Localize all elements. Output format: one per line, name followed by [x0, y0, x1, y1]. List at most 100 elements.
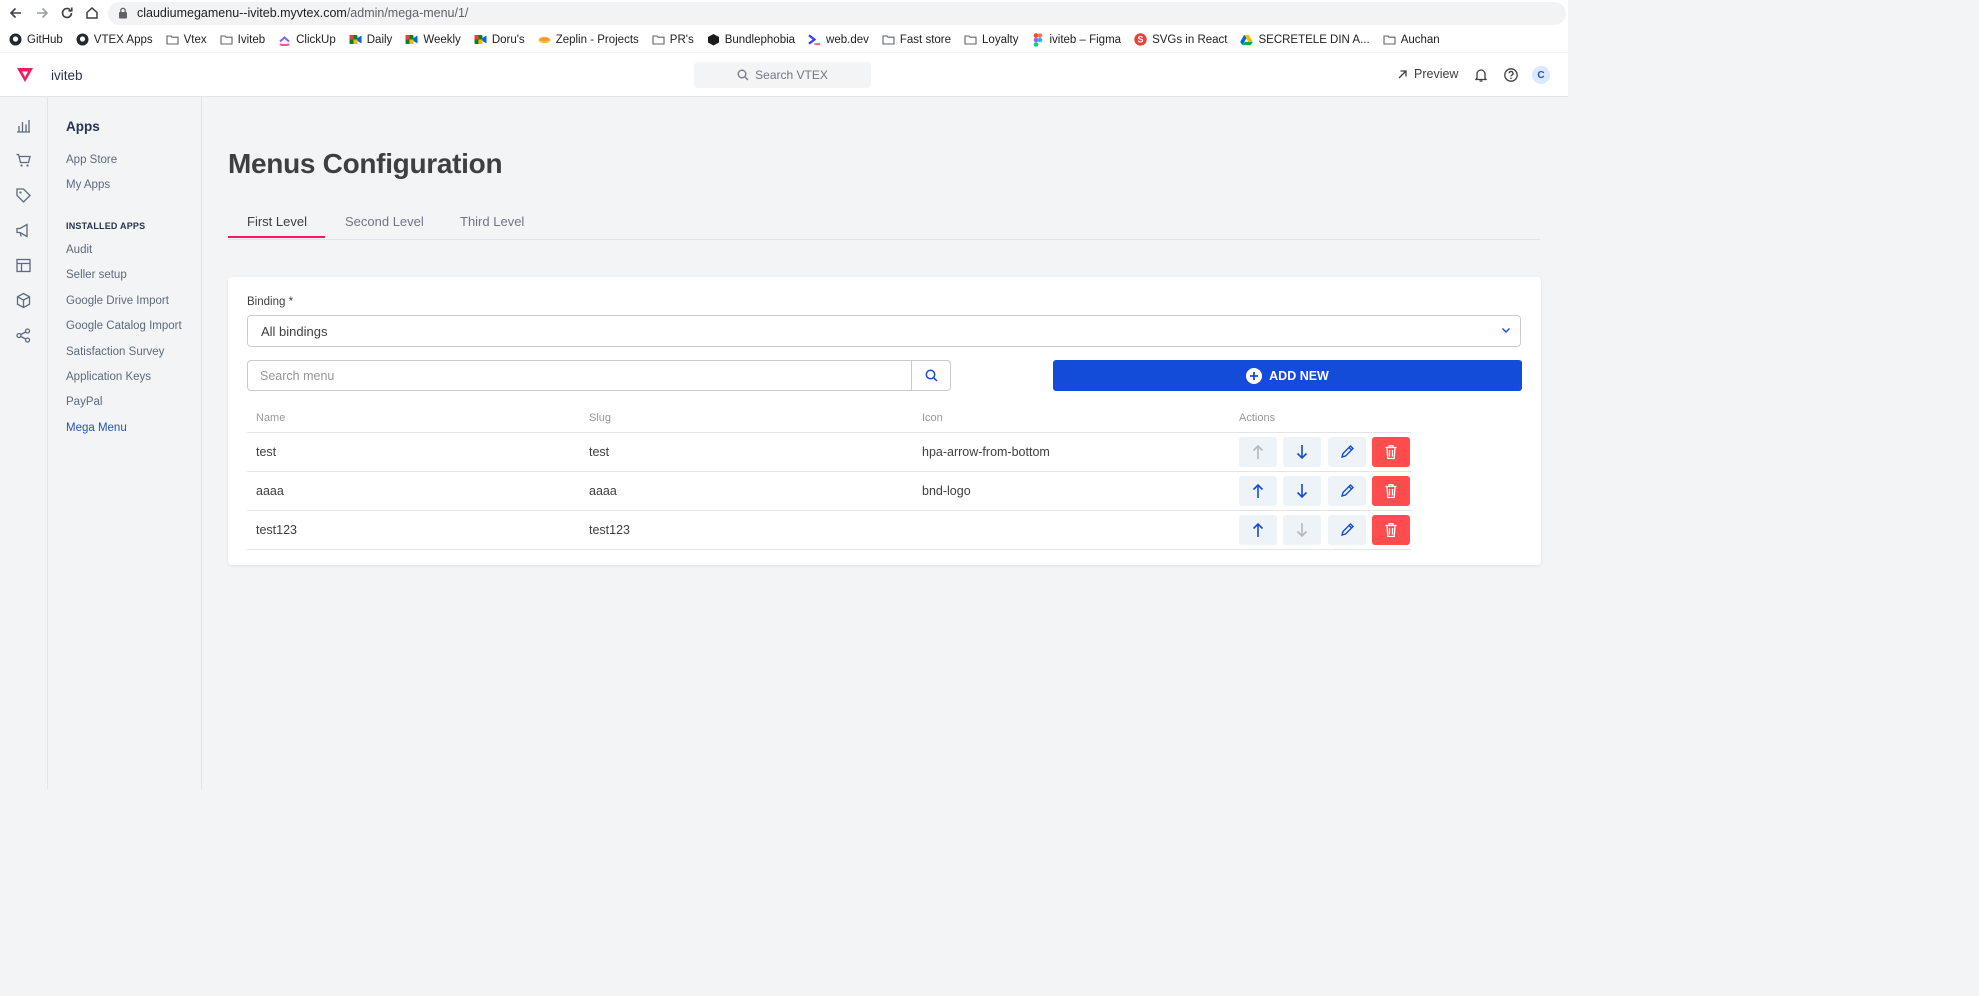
forward-icon[interactable] — [32, 3, 52, 23]
bookmark-item[interactable]: Loyalty — [964, 33, 1018, 46]
delete-button[interactable] — [1372, 437, 1410, 467]
search-menu-input[interactable] — [247, 360, 912, 391]
move-down-button[interactable] — [1283, 437, 1321, 467]
search-vtex-button[interactable]: Search VTEX — [694, 62, 871, 88]
avatar[interactable]: C — [1532, 66, 1550, 84]
bookmark-item[interactable]: Vtex — [166, 33, 207, 46]
sidenav-item-my-apps[interactable]: My Apps — [66, 179, 110, 191]
arrow-up-right-icon — [1398, 69, 1407, 78]
bookmark-label: Vtex — [183, 33, 207, 46]
bookmark-item[interactable]: Auchan — [1383, 33, 1440, 46]
bookmark-item[interactable]: Daily — [349, 33, 392, 46]
table-row: test test hpa-arrow-from-bottom — [247, 433, 1411, 472]
search-vtex-label: Search VTEX — [755, 68, 828, 82]
clickup-icon — [278, 33, 291, 46]
chart-icon[interactable] — [15, 117, 32, 134]
sidenav-item-mega-menu[interactable]: Mega Menu — [66, 422, 127, 434]
tag-icon[interactable] — [15, 187, 32, 204]
home-icon[interactable] — [82, 3, 102, 23]
sidenav-item-google-drive-import[interactable]: Google Drive Import — [66, 295, 169, 307]
search-menu-button[interactable] — [911, 360, 951, 391]
pencil-icon — [1339, 444, 1355, 460]
arrow-down-icon — [1296, 483, 1308, 499]
s-circle-icon: S — [1134, 33, 1147, 46]
trash-icon — [1384, 444, 1398, 460]
webdev-icon — [808, 33, 821, 46]
bookmark-label: ClickUp — [296, 33, 336, 46]
tab-second-level[interactable]: Second Level — [345, 214, 424, 229]
url-path: /admin/mega-menu/1/ — [346, 6, 469, 20]
bookmark-item[interactable]: Fast store — [882, 33, 951, 46]
bookmark-item[interactable]: Doru's — [474, 33, 525, 46]
help-icon[interactable] — [1503, 67, 1519, 83]
cell-slug: aaaa — [589, 484, 617, 498]
meet-icon — [405, 33, 418, 46]
bookmark-label: Bundlephobia — [724, 33, 796, 46]
edit-button[interactable] — [1328, 437, 1366, 467]
sidenav-item-google-catalog-import[interactable]: Google Catalog Import — [66, 320, 182, 332]
edit-button[interactable] — [1328, 476, 1366, 506]
box-icon[interactable] — [15, 292, 32, 309]
sidenav-item-paypal[interactable]: PayPal — [66, 396, 102, 408]
bookmark-item[interactable]: Zeplin - Projects — [538, 33, 639, 46]
reload-icon[interactable] — [57, 3, 77, 23]
move-up-button[interactable] — [1239, 476, 1277, 506]
svg-text:S: S — [1138, 35, 1144, 45]
box-icon — [707, 33, 720, 46]
binding-select[interactable]: All bindings — [247, 315, 1521, 347]
folder-icon — [1383, 33, 1396, 46]
preview-button[interactable]: Preview — [1397, 67, 1458, 81]
tab-third-level[interactable]: Third Level — [460, 214, 524, 229]
sidenav-title: Apps — [66, 119, 100, 134]
address-bar[interactable]: claudiumegamenu--iviteb.myvtex.com/admin… — [108, 2, 1566, 25]
cart-icon[interactable] — [15, 152, 32, 169]
add-new-label: ADD NEW — [1269, 368, 1329, 383]
sidenav-item-app-store[interactable]: App Store — [66, 154, 117, 166]
bell-icon[interactable] — [1473, 67, 1489, 83]
level-tabs: First Level Second Level Third Level — [228, 205, 1540, 240]
column-header-name: Name — [256, 412, 286, 424]
bookmark-label: PR's — [669, 33, 694, 46]
sidenav-item-seller-setup[interactable]: Seller setup — [66, 269, 127, 281]
bookmark-item[interactable]: Iviteb — [220, 33, 265, 46]
edit-button[interactable] — [1328, 515, 1366, 545]
chevron-down-icon — [1501, 327, 1511, 334]
bookmark-item[interactable]: PR's — [652, 33, 694, 46]
bookmark-item[interactable]: GitHub — [9, 33, 63, 46]
move-up-button[interactable] — [1239, 515, 1277, 545]
sidenav-item-application-keys[interactable]: Application Keys — [66, 371, 151, 383]
bookmark-item[interactable]: iviteb – Figma — [1031, 32, 1121, 47]
url-host: claudiumegamenu--iviteb.myvtex.com — [137, 6, 347, 20]
bookmark-item[interactable]: Weekly — [405, 33, 461, 46]
bookmark-label: Auchan — [1400, 33, 1440, 46]
cell-slug: test — [589, 445, 610, 459]
cell-name: aaaa — [256, 484, 284, 498]
vtex-logo-icon[interactable] — [16, 67, 34, 83]
cell-icon: bnd-logo — [922, 484, 971, 498]
bookmark-label: GitHub — [27, 33, 63, 46]
add-new-button[interactable]: ADD NEW — [1053, 360, 1522, 391]
bookmark-item[interactable]: web.dev — [808, 33, 869, 46]
bookmark-item[interactable]: VTEX Apps — [76, 33, 153, 46]
delete-button[interactable] — [1372, 476, 1410, 506]
sidenav-item-audit[interactable]: Audit — [66, 244, 92, 256]
folder-icon — [882, 33, 895, 46]
bookmark-item[interactable]: Bundlephobia — [707, 33, 795, 46]
apps-sidenav: Apps App Store My Apps INSTALLED APPS Au… — [48, 97, 202, 789]
back-icon[interactable] — [6, 3, 26, 23]
binding-label: Binding * — [247, 296, 293, 308]
share-icon[interactable] — [15, 327, 32, 344]
tab-first-level[interactable]: First Level — [247, 214, 307, 229]
bookmark-label: VTEX Apps — [93, 33, 153, 46]
sidenav-item-satisfaction-survey[interactable]: Satisfaction Survey — [66, 346, 164, 358]
move-down-button[interactable] — [1283, 476, 1321, 506]
megaphone-icon[interactable] — [15, 222, 32, 239]
layout-icon[interactable] — [15, 257, 32, 274]
delete-button[interactable] — [1372, 515, 1410, 545]
cell-slug: test123 — [589, 523, 631, 537]
bookmark-item[interactable]: SECRETELE DIN A... — [1240, 33, 1370, 46]
zeplin-icon — [538, 33, 551, 46]
bookmark-item[interactable]: ClickUp — [278, 33, 336, 46]
bookmark-item[interactable]: S SVGs in React — [1134, 33, 1227, 46]
sidenav-section-label: INSTALLED APPS — [66, 221, 146, 231]
